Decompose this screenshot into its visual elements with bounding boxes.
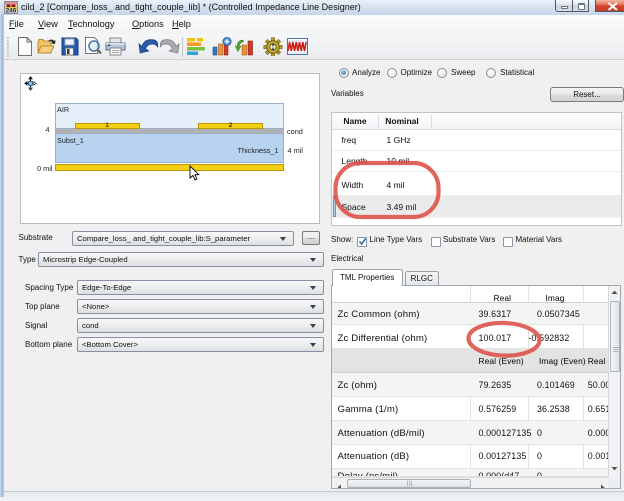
svg-text:246: 246 [6, 8, 17, 14]
